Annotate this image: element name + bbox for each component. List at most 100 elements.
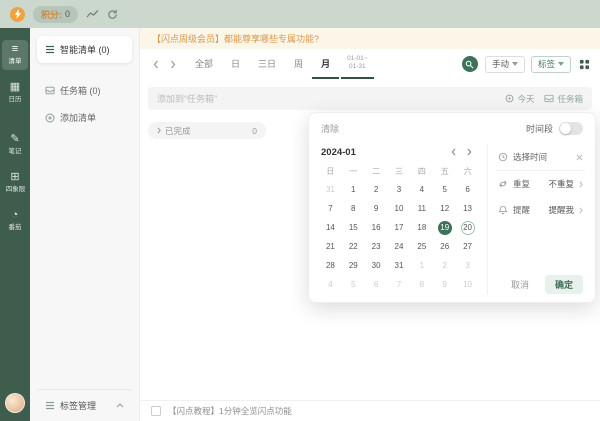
layout-grid-button[interactable] [579,59,590,70]
task-box-icon [45,86,55,95]
avatar[interactable] [5,393,25,413]
calendar-day[interactable]: 8 [410,275,433,294]
cancel-button[interactable]: 取消 [505,275,535,294]
sidebar-item-tag-management[interactable]: 标签管理 [37,389,132,421]
body: ≡清单 ▦日历 ✎笔记 ⊞四象限 ◔番茄 智能清单 (0) 任务箱 (0) [0,28,600,421]
calendar-day[interactable]: 3 [388,180,411,199]
calendar-day[interactable]: 26 [433,237,456,256]
date-picker-header: 清除 时间段 [309,113,595,140]
add-task-input[interactable]: 添加到“任务箱” 今天 任务箱 [148,87,592,110]
completed-section-header[interactable]: 已完成 0 [148,122,266,139]
calendar-day[interactable]: 16 [365,218,388,237]
calendar-day[interactable]: 21 [319,237,342,256]
app-logo-icon[interactable] [10,7,25,22]
calendar-day[interactable]: 24 [388,237,411,256]
remind-label: 提醒 [513,204,530,216]
set-today-button[interactable]: 今天 [505,93,534,105]
calendar-day[interactable]: 31 [388,256,411,275]
calendar-day[interactable]: 28 [319,256,342,275]
calendar-day[interactable]: 5 [342,275,365,294]
clear-button[interactable]: 清除 [321,122,339,135]
calendar-day[interactable]: 4 [410,180,433,199]
sidebar-item-add-list[interactable]: 添加清单 [37,104,132,131]
chevron-up-icon[interactable] [116,403,124,408]
rail-item-3[interactable]: ✎笔记 [2,130,28,160]
date-range-line1: 01-01~ [347,55,367,63]
view-toolbar: 全部日三日周月 01-01~ 01-31 手动 标签 [140,49,600,79]
sidebar-item-task-box[interactable]: 任务箱 (0) [37,77,132,104]
calendar-day[interactable]: 29 [342,256,365,275]
next-month-button[interactable] [461,145,477,159]
search-button[interactable] [462,56,478,72]
calendar-day[interactable]: 2 [433,256,456,275]
calendar-day[interactable]: 15 [342,218,365,237]
refresh-icon[interactable] [107,9,118,20]
date-range[interactable]: 01-01~ 01-31 [341,49,373,79]
calendar-day[interactable]: 6 [365,275,388,294]
calendar-day[interactable]: 1 [342,180,365,199]
rail-item-5[interactable]: ◔番茄 [2,206,28,236]
rail-item-1[interactable]: ≡清单 [2,40,28,70]
calendar-day[interactable]: 22 [342,237,365,256]
calendar-day[interactable]: 10 [388,199,411,218]
calendar-day[interactable]: 13 [456,199,479,218]
calendar-day[interactable]: 31 [319,180,342,199]
calendar-day[interactable]: 7 [388,275,411,294]
repeat-row[interactable]: 重复 不重复 [496,171,585,197]
calendar-day[interactable]: 1 [410,256,433,275]
confirm-button[interactable]: 确定 [545,275,583,294]
rail-item-2[interactable]: ▦日历 [2,78,28,108]
calendar-day[interactable]: 30 [365,256,388,275]
select-list-button[interactable]: 任务箱 [544,93,583,105]
time-range-toggle[interactable] [559,122,583,135]
calendar-day[interactable]: 8 [342,199,365,218]
calendar-day[interactable]: 25 [410,237,433,256]
view-tab[interactable]: 三日 [249,49,285,79]
task-row-tutorial[interactable]: 【闪点教程】1分钟全览闪点功能 [140,400,600,421]
calendar-day[interactable]: 9 [433,275,456,294]
view-tab[interactable]: 月 [312,49,339,79]
calendar-day[interactable]: 7 [319,199,342,218]
promo-banner-text: 【闪点周级会员】都能尊享哪些专属功能? [152,32,319,45]
calendar-day[interactable]: 23 [365,237,388,256]
calendar-day[interactable]: 20 [456,218,479,237]
next-period-button[interactable] [165,54,180,74]
list-icon: ≡ [12,44,18,55]
points-badge[interactable]: 积分: 0 [33,6,78,23]
select-time-label: 选择时间 [513,151,547,163]
prev-period-button[interactable] [148,54,163,74]
repeat-label: 重复 [513,178,530,190]
calendar-day[interactable]: 2 [365,180,388,199]
stats-chart-icon[interactable] [86,9,99,19]
time-range-label: 时间段 [526,122,553,135]
sort-manual-dropdown[interactable]: 手动 [485,56,525,73]
view-tab[interactable]: 全部 [186,49,222,79]
promo-banner[interactable]: 【闪点周级会员】都能尊享哪些专属功能? [140,28,600,49]
calendar-day[interactable]: 17 [388,218,411,237]
view-tab[interactable]: 日 [222,49,249,79]
calendar-day[interactable]: 14 [319,218,342,237]
calendar-day[interactable]: 6 [456,180,479,199]
clock-icon [498,152,508,162]
calendar-day[interactable]: 18 [410,218,433,237]
view-tab[interactable]: 周 [285,49,312,79]
weekday-label: 六 [456,163,479,180]
calendar-day[interactable]: 19 [433,218,456,237]
close-icon[interactable] [576,154,583,161]
remind-row[interactable]: 提醒 提醒我 [496,197,585,223]
rail-item-4[interactable]: ⊞四象限 [2,168,28,198]
calendar-day[interactable]: 5 [433,180,456,199]
calendar-day[interactable]: 4 [319,275,342,294]
prev-month-button[interactable] [445,145,461,159]
task-checkbox[interactable] [151,406,161,416]
calendar-day[interactable]: 10 [456,275,479,294]
calendar-day[interactable]: 9 [365,199,388,218]
calendar-day[interactable]: 27 [456,237,479,256]
calendar-day[interactable]: 11 [410,199,433,218]
sidebar-item-smart-list[interactable]: 智能清单 (0) [37,36,132,63]
chevron-right-icon [579,181,583,188]
calendar-day[interactable]: 3 [456,256,479,275]
tag-filter-dropdown[interactable]: 标签 [531,56,571,73]
select-time-row[interactable]: 选择时间 [496,144,585,171]
calendar-day[interactable]: 12 [433,199,456,218]
